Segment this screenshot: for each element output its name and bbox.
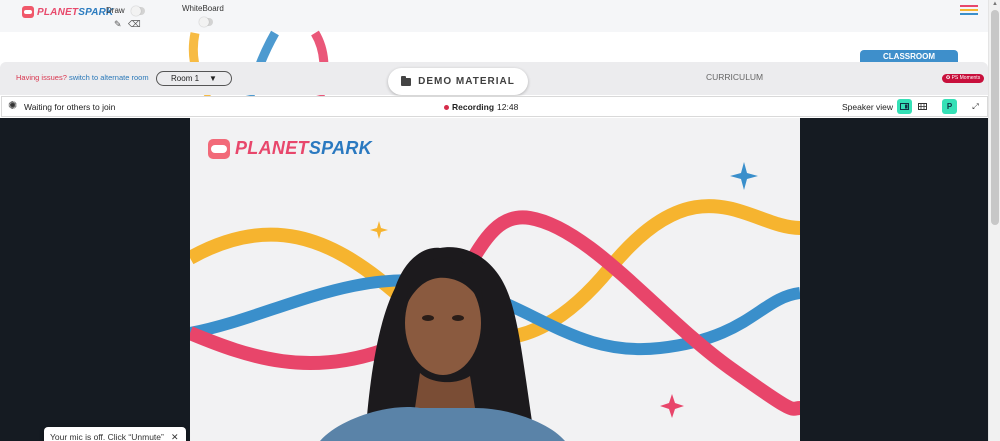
classroom-tab[interactable]: CLASSROOM <box>860 50 958 62</box>
ps-moments-button[interactable]: ✪ PS Moments <box>942 74 985 83</box>
menu-icon[interactable] <box>960 5 978 15</box>
speaker-view-button[interactable] <box>897 99 912 114</box>
vertical-scrollbar[interactable]: ▲ <box>988 0 1000 441</box>
logo-text-planet: PLANET <box>37 6 79 18</box>
sparkle-icon <box>660 394 684 418</box>
draw-toggle[interactable] <box>131 6 145 16</box>
stage-planetspark-logo: PLANETSPARK <box>208 138 372 159</box>
settings-gear-icon[interactable]: ✺ <box>8 100 17 112</box>
scroll-up-icon[interactable]: ▲ <box>992 1 998 7</box>
recording-indicator: Recording 12:48 <box>444 102 518 112</box>
pencil-icon[interactable]: ✎ <box>114 19 122 29</box>
classroom-page: PLANETSPARK Draw ✎ ⌫ WhiteBoard CLASSROO… <box>0 0 1000 441</box>
robot-logo-icon <box>22 6 34 18</box>
participant-avatar[interactable]: P <box>942 99 957 114</box>
gallery-view-button[interactable] <box>915 99 930 114</box>
speaker-layout-icon <box>900 103 909 110</box>
issues-label: Having issues? <box>16 73 67 82</box>
speaker-view-label: Speaker view <box>842 102 894 112</box>
folder-icon <box>401 75 412 86</box>
room-select[interactable]: Room 1 ▼ <box>156 71 232 86</box>
planetspark-logo: PLANETSPARK <box>22 6 113 18</box>
robot-logo-icon <box>208 138 230 159</box>
meeting-bar: ✺ Waiting for others to join Recording 1… <box>1 96 988 117</box>
expand-icon[interactable]: ⤢ <box>968 99 983 114</box>
recording-label: Recording <box>452 102 495 112</box>
chevron-down-icon: ▼ <box>209 74 217 83</box>
grid-icon <box>918 103 927 110</box>
virtual-background-waves <box>190 162 800 441</box>
sparkle-icon <box>730 162 758 190</box>
having-issues-text: Having issues? switch to alternate room <box>16 73 149 82</box>
recording-dot-icon <box>444 104 449 110</box>
demo-material-label: DEMO MATERIAL <box>418 76 515 87</box>
mic-off-message: Your mic is off. Click “Unmute” <box>50 432 164 441</box>
demo-material-button[interactable]: DEMO MATERIAL <box>388 68 528 95</box>
room-select-value: Room 1 <box>171 74 200 83</box>
waiting-status: Waiting for others to join <box>24 102 116 112</box>
draw-label: Draw <box>106 6 125 15</box>
speaker-video: PLANETSPARK <box>190 118 800 441</box>
scrollbar-thumb[interactable] <box>991 10 999 225</box>
mic-off-toast: Your mic is off. Click “Unmute” ✕ <box>44 427 186 441</box>
sparkle-icon <box>370 221 388 239</box>
stage-logo-text-planet: PLANET <box>235 138 309 158</box>
close-icon[interactable]: ✕ <box>171 432 179 441</box>
whiteboard-label: WhiteBoard <box>182 4 224 13</box>
whiteboard-toggle[interactable] <box>199 17 213 27</box>
top-bar: PLANETSPARK Draw ✎ ⌫ WhiteBoard <box>0 0 988 32</box>
alternate-room-link[interactable]: switch to alternate room <box>69 73 149 82</box>
eraser-icon[interactable]: ⌫ <box>128 19 141 29</box>
curriculum-tab[interactable]: CURRICULUM <box>706 72 763 82</box>
recording-time: 12:48 <box>497 102 519 112</box>
stage-logo-text-spark: SPARK <box>308 138 372 158</box>
